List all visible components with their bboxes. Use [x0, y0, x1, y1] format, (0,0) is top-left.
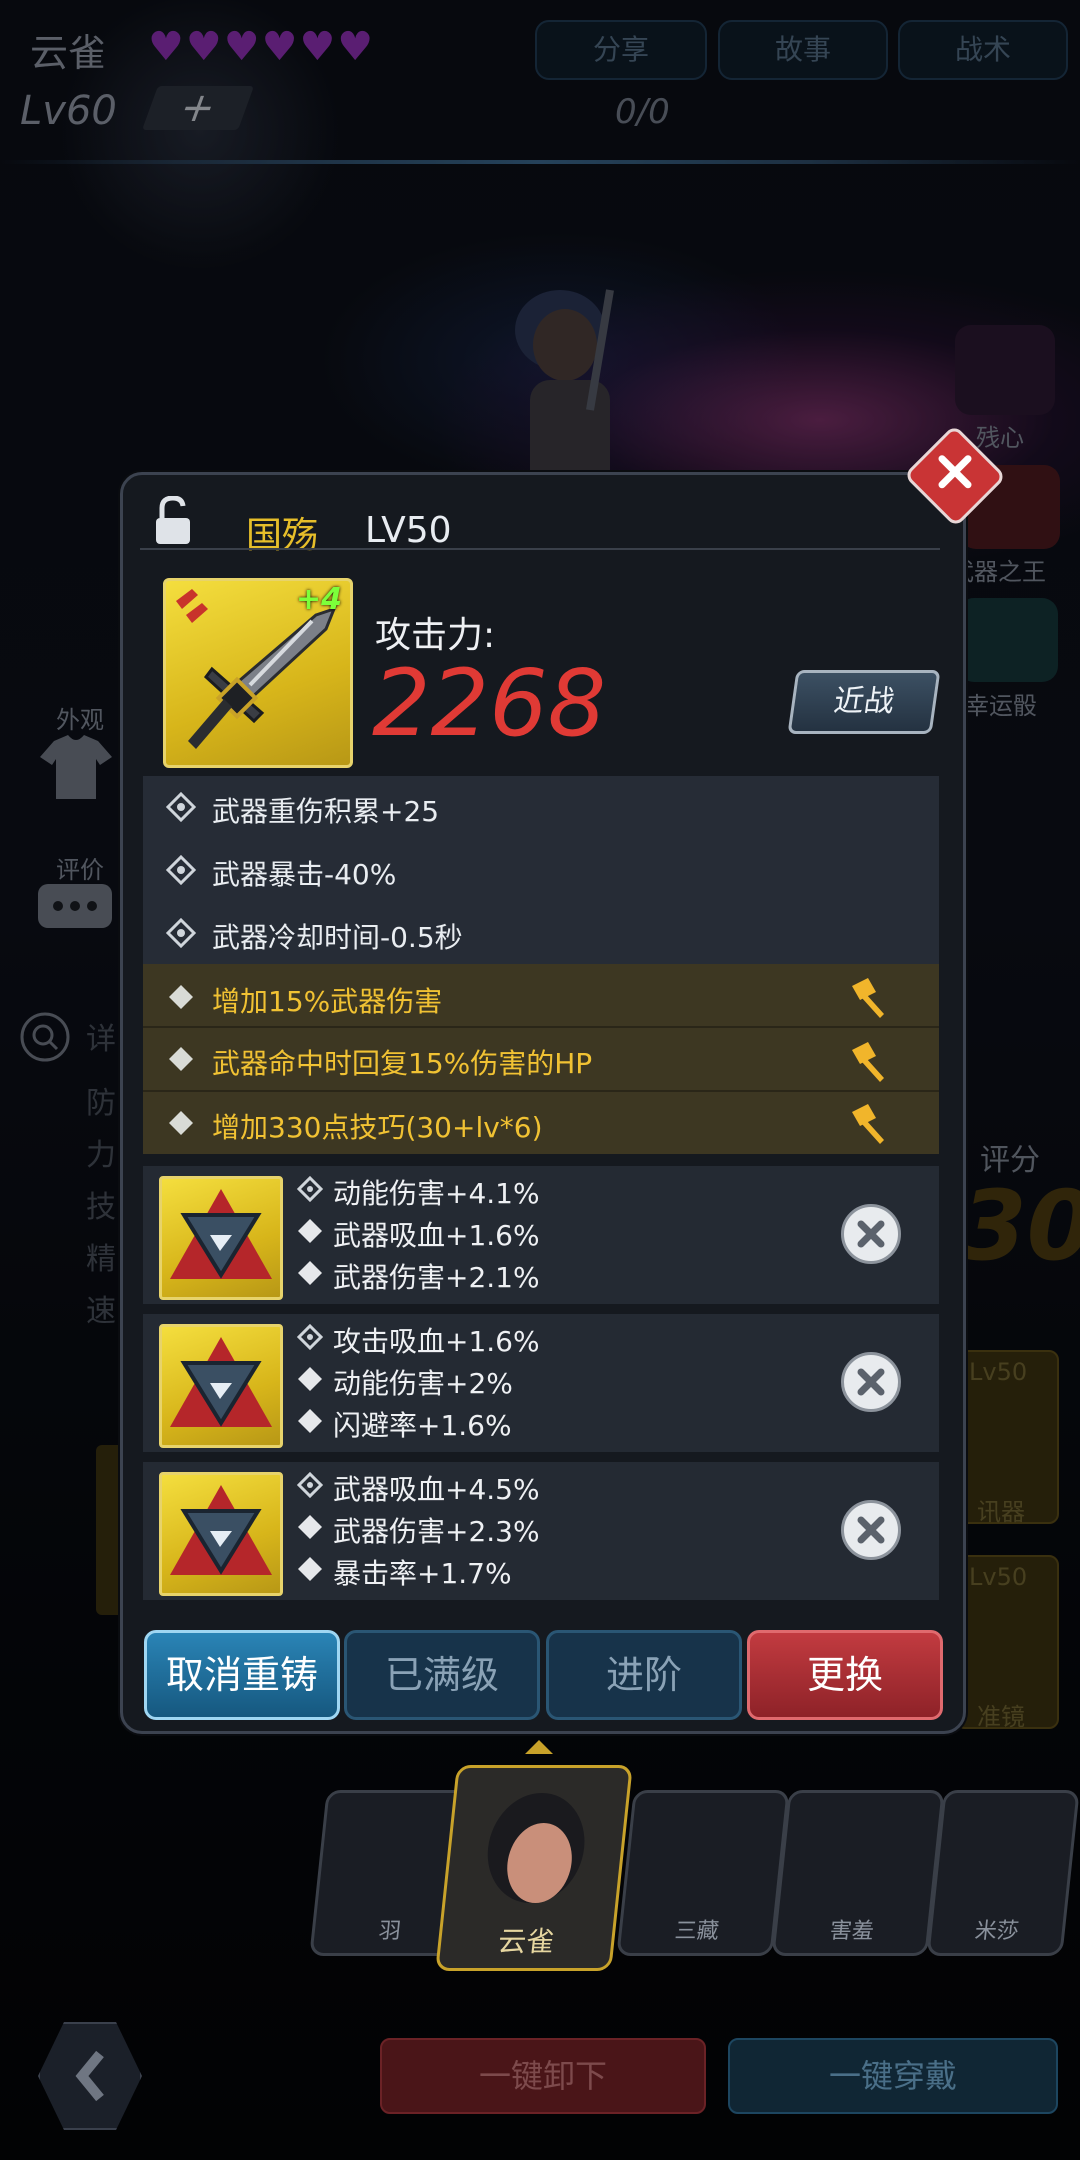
gem-attribute: 暴击率+1.7% — [333, 1557, 512, 1590]
character-name: 害羞 — [828, 1919, 876, 1944]
diamond-bullet-icon — [298, 1515, 322, 1539]
weapon-type-badge: 近战 — [787, 670, 941, 734]
gem-attribute: 武器伤害+2.1% — [333, 1261, 540, 1294]
base-attribute: 武器重伤积累+25 — [212, 795, 440, 828]
gem-slot-2: 攻击吸血+1.6% 动能伤害+2% 闪避率+1.6% — [143, 1314, 939, 1452]
hammer-icon[interactable] — [846, 1038, 890, 1082]
weapon-level: LV50 — [365, 510, 452, 551]
gem-icon[interactable] — [159, 1324, 283, 1448]
bonus-attribute: 增加15%武器伤害 — [212, 985, 443, 1018]
base-attribute: 武器暴击-40% — [212, 858, 397, 891]
diamond-bullet-icon — [169, 985, 193, 1009]
base-attribute: 武器冷却时间-0.5秒 — [212, 921, 463, 954]
max-level-button[interactable]: 已满级 — [344, 1630, 540, 1720]
attribute-socket-icon — [297, 1324, 323, 1350]
character-name: 米莎 — [973, 1919, 1021, 1944]
weapon-name: 国殇 — [246, 515, 319, 556]
selected-indicator — [525, 1740, 553, 1754]
gem-attribute: 攻击吸血+1.6% — [333, 1325, 540, 1358]
diamond-bullet-icon — [169, 1047, 193, 1071]
remove-gem-button[interactable] — [841, 1204, 901, 1264]
unequip-all-button[interactable]: 一键卸下 — [380, 2038, 706, 2114]
remove-gem-button[interactable] — [841, 1500, 901, 1560]
hammer-icon[interactable] — [846, 1100, 890, 1144]
attack-value: 2268 — [372, 650, 607, 757]
weapon-upgrade-level: +4 — [296, 582, 343, 617]
unlock-icon[interactable] — [153, 495, 193, 546]
hammer-icon[interactable] — [846, 974, 890, 1018]
cancel-reforge-button[interactable]: 取消重铸 — [144, 1630, 340, 1720]
attribute-socket-icon — [166, 855, 196, 885]
row-divider — [143, 1026, 939, 1028]
remove-gem-button[interactable] — [841, 1352, 901, 1412]
character-sanzang[interactable]: 三藏 — [616, 1790, 790, 1956]
diamond-bullet-icon — [298, 1219, 322, 1243]
gem-attribute: 武器吸血+4.5% — [333, 1473, 540, 1506]
diamond-bullet-icon — [298, 1557, 322, 1581]
gem-icon[interactable] — [159, 1176, 283, 1300]
attribute-socket-icon — [297, 1176, 323, 1202]
character-yunque-selected[interactable]: 云雀 — [435, 1765, 633, 1971]
replace-button[interactable]: 更换 — [747, 1630, 943, 1720]
advance-button[interactable]: 进阶 — [546, 1630, 742, 1720]
gem-icon[interactable] — [159, 1472, 283, 1596]
equip-all-button[interactable]: 一键穿戴 — [728, 2038, 1058, 2114]
attribute-socket-icon — [297, 1472, 323, 1498]
gem-attribute: 动能伤害+2% — [333, 1367, 513, 1400]
gem-slot-1: 动能伤害+4.1% 武器吸血+1.6% 武器伤害+2.1% — [143, 1166, 939, 1304]
gem-slot-3: 武器吸血+4.5% 武器伤害+2.3% 暴击率+1.7% — [143, 1462, 939, 1600]
diamond-bullet-icon — [169, 1111, 193, 1135]
gem-attribute: 武器吸血+1.6% — [333, 1219, 540, 1252]
header-divider — [140, 548, 940, 550]
attribute-socket-icon — [166, 918, 196, 948]
row-divider — [143, 1090, 939, 1092]
character-name: 云雀 — [496, 1925, 557, 1958]
diamond-bullet-icon — [298, 1367, 322, 1391]
character-name: 三藏 — [673, 1919, 721, 1944]
gem-attribute: 动能伤害+4.1% — [333, 1177, 540, 1210]
bonus-attribute: 武器命中时回复15%伤害的HP — [212, 1047, 593, 1080]
character-misha[interactable]: 米莎 — [926, 1790, 1080, 1956]
gem-attribute: 武器伤害+2.3% — [333, 1515, 540, 1548]
attribute-socket-icon — [166, 792, 196, 822]
bonus-attribute: 增加330点技巧(30+lv*6) — [212, 1111, 543, 1144]
gem-attribute: 闪避率+1.6% — [333, 1409, 512, 1442]
diamond-bullet-icon — [298, 1261, 322, 1285]
diamond-bullet-icon — [298, 1409, 322, 1433]
character-haixiu[interactable]: 害羞 — [771, 1790, 945, 1956]
